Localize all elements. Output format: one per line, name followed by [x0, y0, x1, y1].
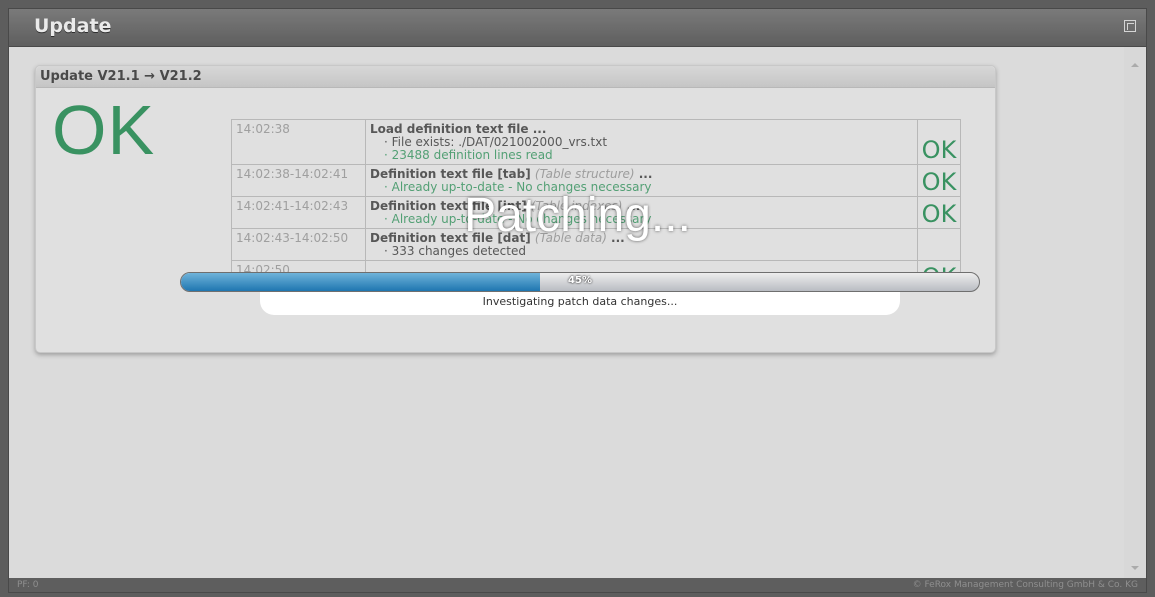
- progress-status-text: Investigating patch data changes...: [260, 292, 900, 315]
- patching-overlay: Patching... 45% Investigating patch data…: [0, 0, 1155, 597]
- patching-title: Patching...: [464, 189, 691, 242]
- progress-label: 45%: [568, 275, 592, 286]
- progress-bar: 45%: [180, 272, 980, 292]
